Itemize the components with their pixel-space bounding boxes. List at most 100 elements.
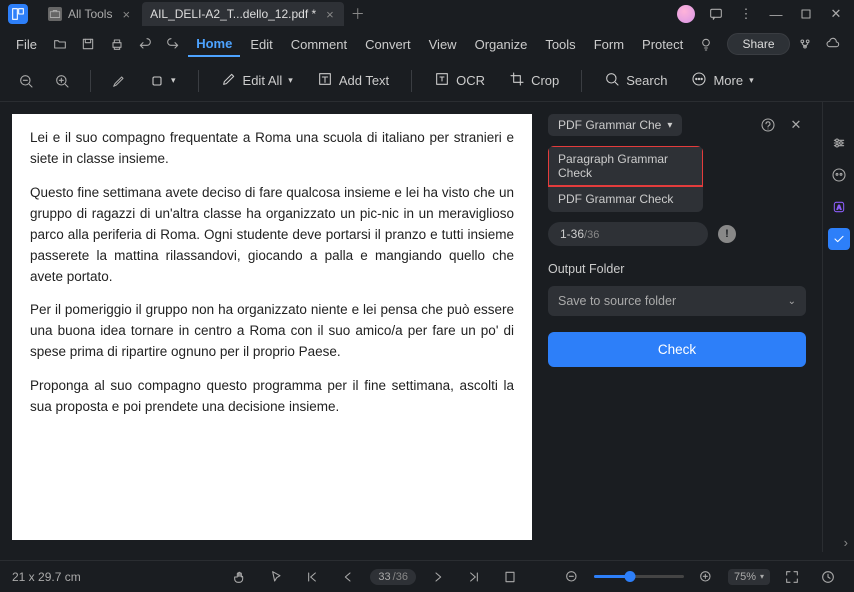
tool-label: OCR: [456, 73, 485, 88]
open-icon[interactable]: [47, 30, 73, 58]
tab-strip: All Tools × AIL_DELI-A2_T...dello_12.pdf…: [40, 0, 370, 28]
menu-protect[interactable]: Protect: [634, 33, 691, 56]
window-controls: ⋮ — ✕: [672, 2, 854, 26]
output-folder-select[interactable]: Save to source folder ⌄: [548, 286, 806, 316]
bulb-icon[interactable]: [693, 30, 719, 58]
check-button[interactable]: Check: [548, 332, 806, 367]
option-pdf-check[interactable]: PDF Grammar Check: [548, 186, 703, 212]
tab-document[interactable]: AIL_DELI-A2_T...dello_12.pdf * ×: [142, 2, 344, 26]
crop-button[interactable]: Crop: [501, 67, 567, 95]
zoom-value: 75%: [734, 571, 756, 583]
ocr-icon: [434, 71, 450, 91]
avatar[interactable]: [672, 2, 700, 26]
cloud-icon[interactable]: [820, 30, 846, 58]
menu-tools[interactable]: Tools: [537, 33, 583, 56]
chat-icon[interactable]: [702, 2, 730, 26]
zoom-in-icon[interactable]: [48, 67, 76, 95]
kebab-menu-icon[interactable]: ⋮: [732, 2, 760, 26]
hand-tool-icon[interactable]: [226, 563, 254, 591]
grammar-mode-select[interactable]: PDF Grammar Che: [548, 114, 682, 136]
paragraph: Lei e il suo compagno frequentate a Roma…: [30, 128, 514, 170]
undo-icon[interactable]: [132, 30, 158, 58]
menu-organize[interactable]: Organize: [467, 33, 536, 56]
menu-view[interactable]: View: [421, 33, 465, 56]
prev-page-icon[interactable]: [334, 563, 362, 591]
right-rail: A: [822, 102, 854, 552]
close-icon[interactable]: ×: [326, 7, 334, 22]
fullscreen-icon[interactable]: [778, 563, 806, 591]
page-total: /36: [584, 229, 599, 241]
svg-text:A: A: [836, 205, 841, 212]
minimize-button[interactable]: —: [762, 2, 790, 26]
close-panel-icon[interactable]: ✕: [786, 115, 806, 135]
app-logo-icon: [8, 4, 28, 24]
sync-icon[interactable]: [792, 30, 818, 58]
ocr-button[interactable]: OCR: [426, 67, 493, 95]
read-mode-icon[interactable]: [814, 563, 842, 591]
share-button[interactable]: Share: [727, 33, 789, 55]
search-icon: [604, 71, 620, 91]
document-viewer[interactable]: Lei e il suo compagno frequentate a Roma…: [0, 102, 532, 552]
page: Lei e il suo compagno frequentate a Roma…: [12, 114, 532, 540]
toolbox-icon: [48, 7, 62, 21]
select-value: Save to source folder: [558, 294, 676, 308]
select-tool-icon[interactable]: [262, 563, 290, 591]
redo-icon[interactable]: [160, 30, 186, 58]
input-value: 1-36: [560, 227, 584, 241]
highlight-icon[interactable]: [105, 67, 133, 95]
grammar-mode-menu: Paragraph Grammar Check PDF Grammar Chec…: [548, 146, 703, 212]
menu-home[interactable]: Home: [188, 32, 240, 57]
maximize-button[interactable]: [792, 2, 820, 26]
tab-all-tools[interactable]: All Tools ×: [40, 2, 140, 26]
tool-label: Search: [626, 73, 667, 88]
close-icon[interactable]: ×: [122, 7, 130, 22]
menu-edit[interactable]: Edit: [242, 33, 280, 56]
expand-panel-icon[interactable]: ›: [844, 535, 848, 550]
settings-icon[interactable]: [828, 132, 850, 154]
next-page-icon[interactable]: [424, 563, 452, 591]
output-folder-label: Output Folder: [548, 262, 806, 276]
ellipsis-icon: [691, 71, 707, 91]
menu-bar: File Home Edit Comment Convert View Orga…: [0, 28, 854, 60]
zoom-out-status-icon[interactable]: [558, 563, 586, 591]
last-page-icon[interactable]: [460, 563, 488, 591]
menu-convert[interactable]: Convert: [357, 33, 419, 56]
print-icon[interactable]: [103, 30, 129, 58]
paragraph: Questo fine settimana avete deciso di fa…: [30, 183, 514, 288]
shape-dropdown[interactable]: ▾: [141, 69, 184, 93]
edit-all-button[interactable]: Edit All▾: [213, 67, 301, 95]
tool-label: More: [713, 73, 743, 88]
fit-page-icon[interactable]: [496, 563, 524, 591]
menu-comment[interactable]: Comment: [283, 33, 355, 56]
chat-ai-icon[interactable]: [828, 164, 850, 186]
zoom-level-select[interactable]: 75%▾: [728, 569, 770, 585]
first-page-icon[interactable]: [298, 563, 326, 591]
zoom-out-icon[interactable]: [12, 67, 40, 95]
close-button[interactable]: ✕: [822, 2, 850, 26]
new-tab-button[interactable]: ＋: [346, 4, 370, 24]
home-toolbar: ▾ Edit All▾ Add Text OCR Crop Search Mor…: [0, 60, 854, 102]
option-paragraph-check[interactable]: Paragraph Grammar Check: [548, 146, 703, 186]
crop-icon: [509, 71, 525, 91]
pencil-icon: [221, 71, 237, 91]
page-range-input[interactable]: 1-36/36: [548, 222, 708, 246]
tool-label: Crop: [531, 73, 559, 88]
add-text-button[interactable]: Add Text: [309, 67, 397, 95]
checkmark-icon[interactable]: [828, 228, 850, 250]
menu-file[interactable]: File: [8, 33, 45, 56]
zoom-in-status-icon[interactable]: [692, 563, 720, 591]
help-icon[interactable]: [758, 115, 778, 135]
more-button[interactable]: More▾: [683, 67, 761, 95]
search-button[interactable]: Search: [596, 67, 675, 95]
content-area: Lei e il suo compagno frequentate a Roma…: [0, 102, 854, 552]
grammar-panel: PDF Grammar Che ✕ Paragraph Grammar Chec…: [532, 102, 822, 552]
warning-icon[interactable]: !: [718, 225, 736, 243]
status-bar: 21 x 29.7 cm 33/36 75%▾: [0, 560, 854, 592]
current-page: 33: [378, 571, 390, 583]
page-number-input[interactable]: 33/36: [370, 569, 416, 585]
save-icon[interactable]: [75, 30, 101, 58]
menu-form[interactable]: Form: [586, 33, 632, 56]
ai-assistant-icon[interactable]: A: [828, 196, 850, 218]
zoom-slider[interactable]: [594, 575, 684, 578]
total-pages: /36: [393, 571, 408, 583]
